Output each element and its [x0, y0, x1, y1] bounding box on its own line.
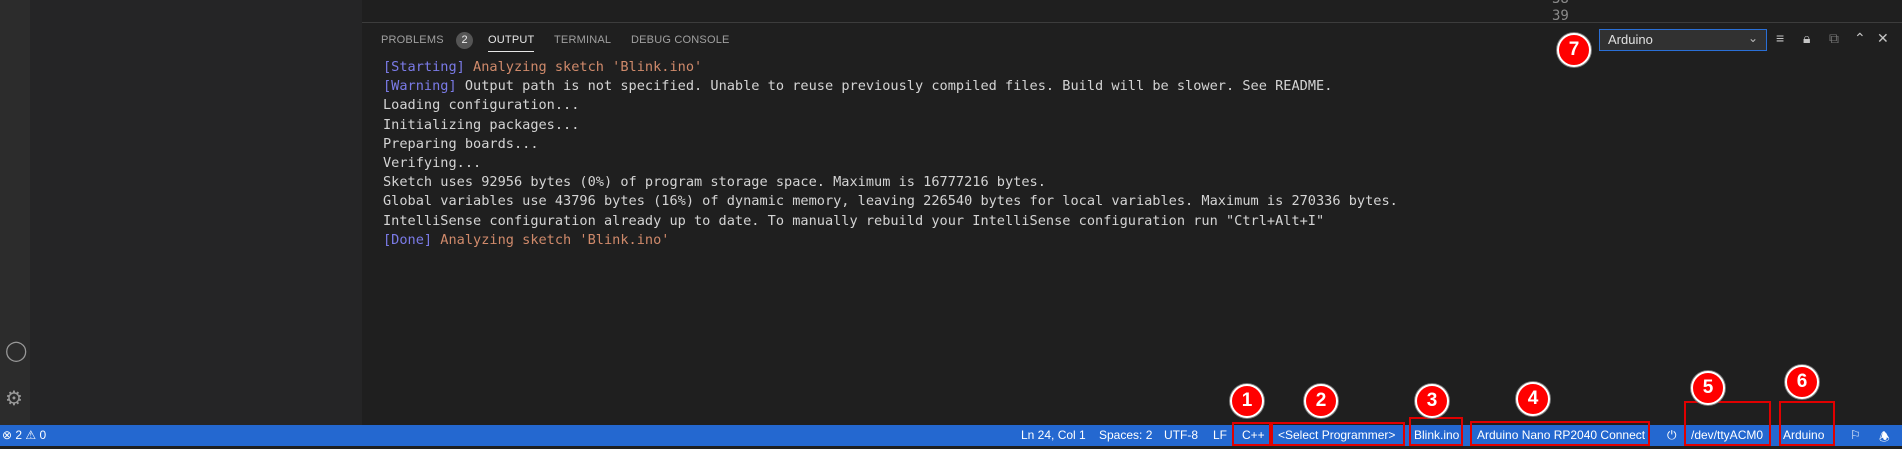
annotation-marker: 6 — [1785, 365, 1819, 399]
log-text: Global variables use 43796 bytes (16%) o… — [383, 193, 1398, 210]
lock-icon[interactable]: 🔒︎ — [1803, 30, 1810, 47]
tab-terminal[interactable]: TERMINAL — [554, 34, 611, 46]
highlight-box — [1470, 421, 1650, 446]
log-text: Initializing packages... — [383, 116, 580, 133]
end-of-line[interactable]: LF — [1213, 428, 1227, 442]
output-line: Global variables use 43796 bytes (16%) o… — [383, 192, 1398, 211]
annotation-marker: 5 — [1691, 371, 1725, 405]
log-text: Verifying... — [383, 155, 482, 172]
highlight-box — [1271, 422, 1405, 446]
line-number: 39 — [1552, 8, 1569, 24]
gear-icon[interactable]: ⚙ — [5, 386, 23, 411]
encoding[interactable]: UTF-8 — [1164, 428, 1198, 442]
output-line: [Starting] Analyzing sketch 'Blink.ino' — [383, 58, 1398, 77]
output-line: Loading configuration... — [383, 96, 1398, 115]
annotation-marker: 7 — [1557, 33, 1591, 67]
log-text: Output path is not specified. Unable to … — [456, 78, 1333, 95]
output-line: [Warning] Output path is not specified. … — [383, 77, 1398, 96]
annotation-marker: 1 — [1230, 384, 1264, 418]
log-text: Analyzing sketch 'Blink.ino' — [464, 59, 703, 75]
error-count: 2 — [15, 428, 23, 442]
problems-status[interactable]: ⊗ 2 ⚠ 0 — [2, 428, 46, 442]
output-channel-value: Arduino — [1608, 32, 1653, 47]
log-text: Sketch uses 92956 bytes (0%) of program … — [383, 174, 1046, 191]
warning-count: 0 — [39, 428, 47, 442]
tab-debug-console[interactable]: DEBUG CONSOLE — [631, 34, 730, 46]
annotation-marker: 3 — [1415, 384, 1449, 418]
output-line: IntelliSense configuration already up to… — [383, 212, 1398, 231]
output-line: [Done] Analyzing sketch 'Blink.ino' — [383, 231, 1398, 250]
highlight-box — [1409, 417, 1463, 446]
plug-icon[interactable]: ⏻ — [1667, 428, 1677, 443]
close-panel-icon[interactable]: ✕ — [1877, 30, 1889, 47]
annotation-marker: 2 — [1304, 384, 1338, 418]
log-text: Analyzing sketch 'Blink.ino' — [432, 231, 670, 248]
output-line: Verifying... — [383, 154, 1398, 173]
account-icon[interactable]: ◯ — [5, 338, 27, 363]
output-line: Initializing packages... — [383, 116, 1398, 135]
highlight-box — [1232, 422, 1271, 446]
output-panel: PROBLEMS 2 OUTPUT TERMINAL DEBUG CONSOLE… — [362, 24, 1902, 425]
log-text: Loading configuration... — [383, 97, 580, 114]
indentation[interactable]: Spaces: 2 — [1099, 428, 1152, 442]
output-channel-select[interactable]: Arduino ⌄ — [1599, 29, 1767, 51]
chevron-down-icon: ⌄ — [1747, 31, 1758, 45]
cursor-position[interactable]: Ln 24, Col 1 — [1021, 428, 1086, 442]
editor: 38 39 — [362, 0, 1902, 24]
tab-problems[interactable]: PROBLEMS — [381, 34, 444, 46]
feedback-icon[interactable]: ⚐ — [1850, 428, 1861, 442]
clear-output-icon[interactable]: ≡ — [1776, 30, 1784, 46]
output-line: Preparing boards... — [383, 135, 1398, 154]
log-text: IntelliSense configuration already up to… — [383, 212, 1325, 229]
log-tag: [Done] — [383, 231, 433, 248]
sidebar — [30, 0, 362, 425]
log-text: Preparing boards... — [383, 135, 539, 152]
log-tag: [Starting] — [383, 59, 465, 75]
log-tag: [Warning] — [383, 78, 457, 95]
highlight-box — [1684, 401, 1771, 446]
activity-bar: ◯ ⚙ — [0, 0, 30, 425]
output-line: Sketch uses 92956 bytes (0%) of program … — [383, 173, 1398, 192]
open-in-editor-icon[interactable]: ⧉ — [1829, 30, 1839, 47]
tab-output[interactable]: OUTPUT — [488, 34, 535, 52]
output-log: [Starting] Analyzing sketch 'Blink.ino'[… — [383, 58, 1398, 250]
maximize-panel-icon[interactable]: ⌃ — [1854, 30, 1866, 47]
highlight-box — [1779, 401, 1835, 446]
problems-count-badge: 2 — [456, 32, 473, 49]
line-number: 38 — [1552, 0, 1569, 7]
annotation-marker: 4 — [1516, 382, 1550, 416]
